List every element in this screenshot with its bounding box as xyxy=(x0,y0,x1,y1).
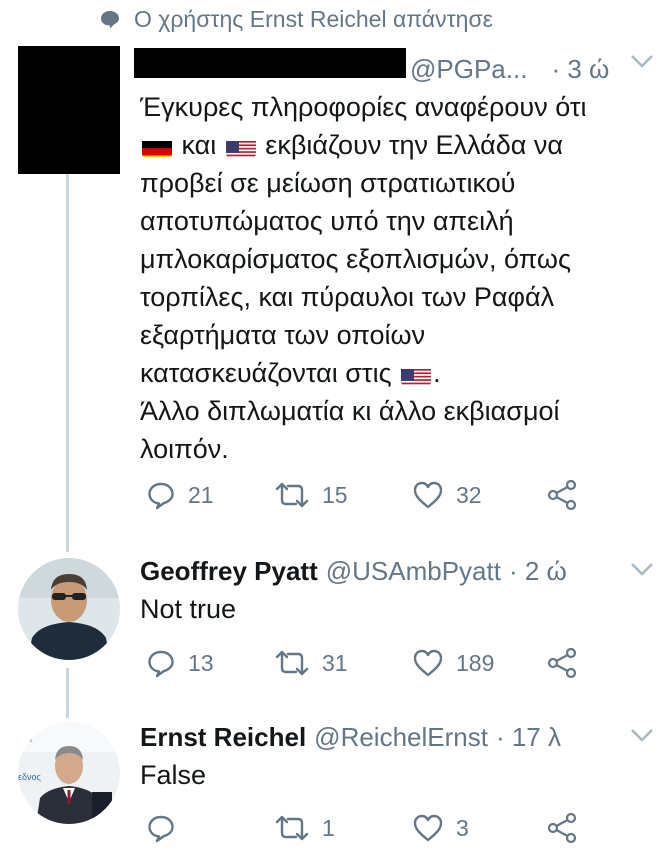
tweet-handle[interactable]: @USAmbPyatt xyxy=(326,556,501,587)
retweet-button[interactable]: 31 xyxy=(274,645,348,681)
heart-icon xyxy=(413,814,443,842)
like-button[interactable]: 32 xyxy=(412,477,482,513)
us-flag-icon xyxy=(401,363,432,385)
share-button[interactable] xyxy=(546,645,578,681)
reply-button[interactable]: 13 xyxy=(146,645,214,681)
tweet-actions: 1 3 xyxy=(140,810,620,846)
share-icon xyxy=(547,647,577,679)
chevron-down-icon[interactable] xyxy=(630,728,654,742)
avatar-redacted[interactable] xyxy=(18,46,120,174)
retweet-count: 15 xyxy=(322,481,348,508)
chevron-down-icon[interactable] xyxy=(630,54,654,68)
reply-count: 21 xyxy=(188,481,214,508)
reply-icon xyxy=(148,650,174,678)
reply-context-text: Ο χρήστης Ernst Reichel απάντησε xyxy=(134,5,493,32)
retweet-icon xyxy=(275,650,309,676)
chevron-down-icon[interactable] xyxy=(630,562,654,576)
germany-flag-icon xyxy=(142,135,172,157)
avatar[interactable] xyxy=(18,558,120,660)
avatar-photo xyxy=(18,558,120,660)
reply-context: Ο χρήστης Ernst Reichel απάντησε xyxy=(100,4,493,34)
retweet-button[interactable]: 15 xyxy=(274,477,348,513)
tweet-author-name[interactable]: Ernst Reichel xyxy=(140,722,306,753)
reply-icon xyxy=(148,815,174,843)
retweet-icon xyxy=(275,482,309,508)
tweet-author-name[interactable]: Geoffrey Pyatt xyxy=(140,556,318,587)
share-button[interactable] xyxy=(546,810,578,846)
heart-icon xyxy=(413,649,443,677)
retweet-count: 31 xyxy=(322,649,348,676)
tweet-actions: 13 31 189 xyxy=(140,645,620,681)
tweet-text: Not true xyxy=(140,594,237,624)
like-count: 189 xyxy=(456,649,495,676)
like-count: 3 xyxy=(456,814,469,841)
share-icon xyxy=(547,479,577,511)
tweet-header: Ernst Reichel @ReichelErnst · 17 λ xyxy=(140,722,654,756)
reply-icon xyxy=(148,482,174,510)
like-count: 32 xyxy=(456,481,482,508)
share-button[interactable] xyxy=(546,477,578,513)
share-icon xyxy=(547,812,577,844)
tweet-text: False xyxy=(140,760,207,790)
reply-count: 13 xyxy=(188,649,214,676)
reply-button[interactable] xyxy=(146,810,188,846)
tweet-handle[interactable]: @ReichelErnst xyxy=(314,722,488,753)
tweet-header: @PGPa... · 3 ώ xyxy=(134,48,654,85)
redacted-name xyxy=(134,48,406,78)
avatar-photo: eit εδνος xyxy=(18,722,120,824)
retweet-count: 1 xyxy=(322,814,335,841)
like-button[interactable]: 3 xyxy=(412,810,469,846)
tweet-time[interactable]: · 2 ώ xyxy=(509,556,567,587)
tweet[interactable]: @PGPa... · 3 ώ Έγκυρες πληροφορίες αναφέ… xyxy=(0,46,672,526)
like-button[interactable]: 189 xyxy=(412,645,494,681)
tweet-time[interactable]: · 17 λ xyxy=(496,722,561,753)
heart-icon xyxy=(413,481,443,509)
speech-bubble-icon xyxy=(101,11,119,29)
avatar-background-text: εδνος xyxy=(18,772,42,782)
tweet-handle[interactable]: @PGPa... xyxy=(410,54,527,85)
tweet-actions: 21 15 32 xyxy=(140,477,620,513)
tweet-time[interactable]: · 3 ώ xyxy=(551,54,609,85)
avatar[interactable]: eit εδνος xyxy=(18,722,120,824)
reply-button[interactable]: 21 xyxy=(146,477,214,513)
retweet-icon xyxy=(275,815,309,841)
us-flag-icon xyxy=(225,135,256,157)
tweet-text: Έγκυρες πληροφορίες αναφέρουν ότι και εκ… xyxy=(140,92,587,464)
svg-text:eit: eit xyxy=(22,734,33,745)
retweet-button[interactable]: 1 xyxy=(274,810,335,846)
tweet-header: Geoffrey Pyatt @USAmbPyatt · 2 ώ xyxy=(140,556,654,590)
